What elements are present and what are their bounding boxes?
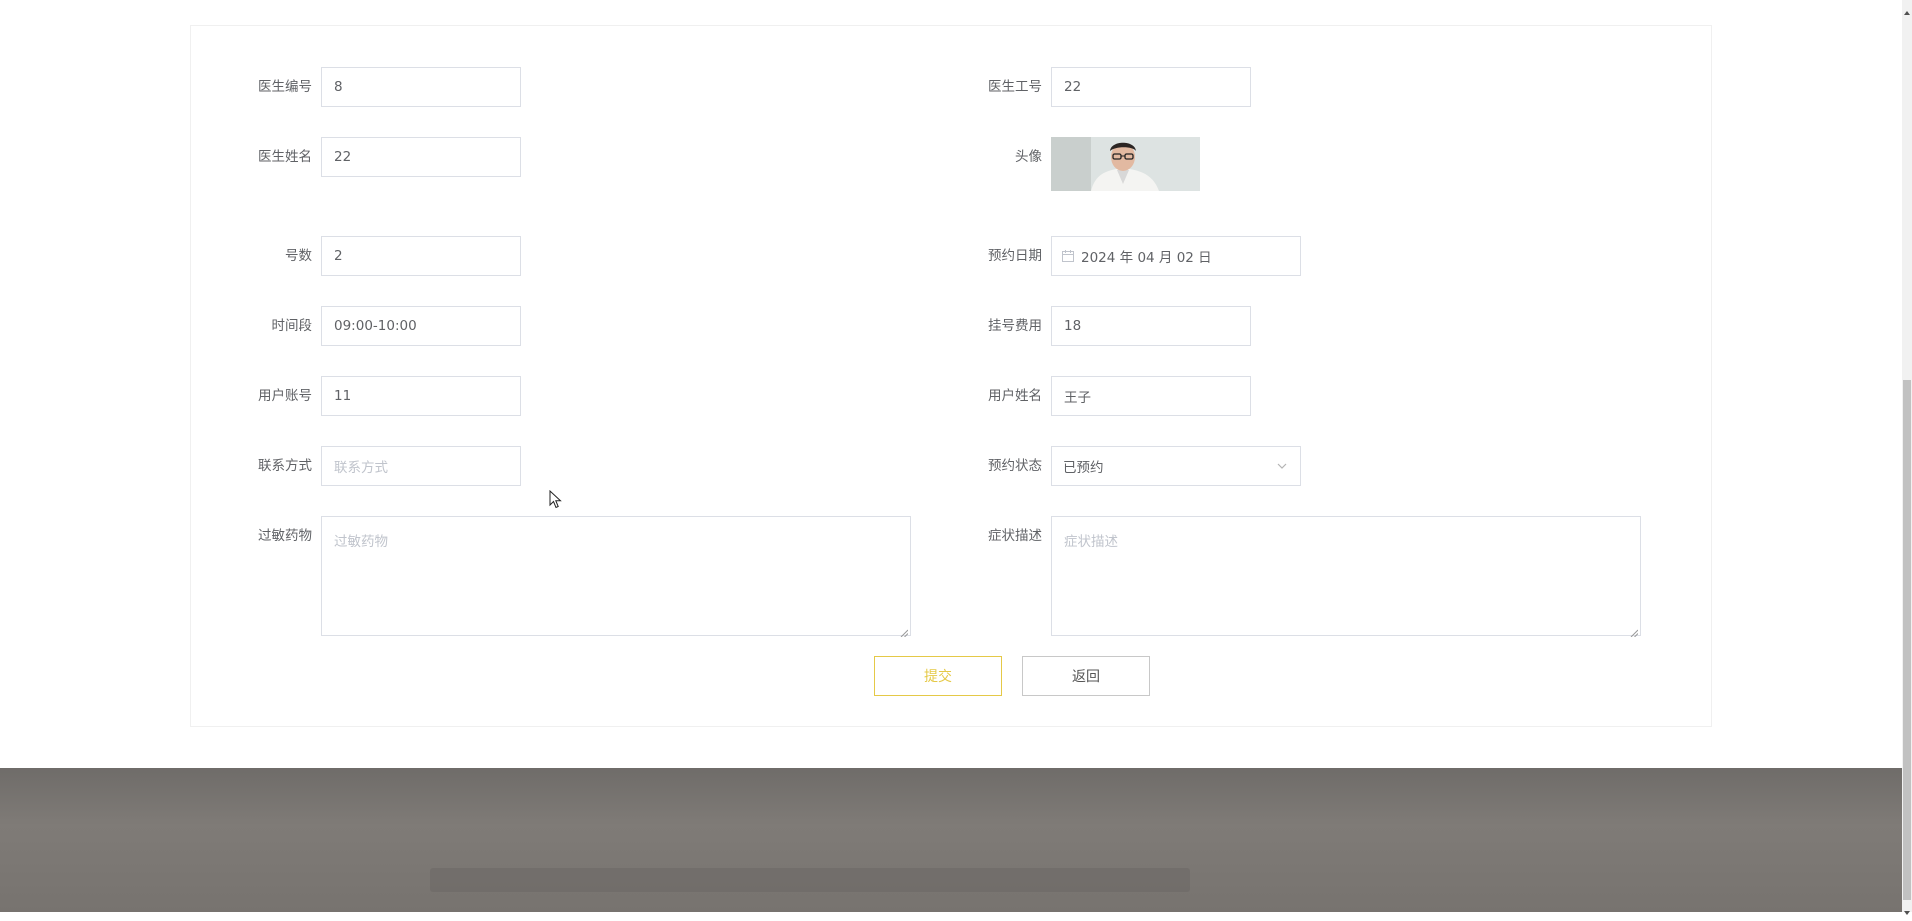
doctor-no-input[interactable]: 8 bbox=[321, 67, 521, 107]
scroll-up-icon[interactable] bbox=[1903, 2, 1911, 15]
calendar-icon bbox=[1062, 250, 1074, 262]
symptoms-label: 症状描述 bbox=[988, 528, 1042, 544]
appointment-date-value: 2024 年 04 月 02 日 bbox=[1081, 250, 1212, 266]
avatar-label: 头像 bbox=[1015, 149, 1042, 165]
resize-handle-icon[interactable] bbox=[900, 625, 909, 638]
appointment-date-input[interactable]: 2024 年 04 月 02 日 bbox=[1051, 236, 1301, 276]
doctor-name-input[interactable]: 22 bbox=[321, 137, 521, 177]
time-slot-value: 09:00-10:00 bbox=[334, 318, 417, 334]
scrollbar-thumb[interactable] bbox=[1903, 380, 1911, 900]
footer-bar bbox=[430, 868, 1190, 892]
doctor-id-input[interactable]: 22 bbox=[1051, 67, 1251, 107]
user-account-value: 11 bbox=[334, 388, 352, 404]
doctor-name-value: 22 bbox=[334, 149, 352, 165]
allergy-label: 过敏药物 bbox=[258, 528, 312, 544]
chevron-down-icon bbox=[1277, 462, 1287, 470]
symptoms-placeholder: 症状描述 bbox=[1064, 534, 1118, 550]
allergy-textarea[interactable]: 过敏药物 bbox=[321, 516, 911, 638]
number-input[interactable]: 2 bbox=[321, 236, 521, 276]
status-select[interactable]: 已预约 bbox=[1051, 446, 1301, 486]
number-value: 2 bbox=[334, 248, 343, 264]
allergy-placeholder: 过敏药物 bbox=[334, 534, 388, 550]
user-name-input[interactable]: 王子 bbox=[1051, 376, 1251, 416]
user-account-label: 用户账号 bbox=[258, 388, 312, 404]
scroll-down-icon[interactable] bbox=[1903, 902, 1911, 915]
resize-handle-icon[interactable] bbox=[1630, 625, 1639, 638]
time-slot-label: 时间段 bbox=[271, 318, 313, 334]
back-button[interactable]: 返回 bbox=[1022, 656, 1150, 696]
fee-value: 18 bbox=[1064, 318, 1082, 334]
user-name-label: 用户姓名 bbox=[988, 388, 1042, 404]
user-name-value: 王子 bbox=[1064, 390, 1091, 406]
contact-placeholder: 联系方式 bbox=[334, 460, 388, 476]
status-value: 已预约 bbox=[1063, 460, 1104, 476]
appointment-date-label: 预约日期 bbox=[988, 248, 1042, 264]
fee-label: 挂号费用 bbox=[988, 318, 1042, 334]
submit-button[interactable]: 提交 bbox=[874, 656, 1002, 696]
symptoms-textarea[interactable]: 症状描述 bbox=[1051, 516, 1641, 638]
contact-label: 联系方式 bbox=[258, 458, 312, 474]
doctor-no-label: 医生编号 bbox=[258, 79, 312, 95]
doctor-id-value: 22 bbox=[1064, 79, 1082, 95]
contact-input[interactable]: 联系方式 bbox=[321, 446, 521, 486]
doctor-name-label: 医生姓名 bbox=[258, 149, 312, 165]
doctor-id-label: 医生工号 bbox=[988, 79, 1042, 95]
time-slot-input[interactable]: 09:00-10:00 bbox=[321, 306, 521, 346]
mouse-pointer-icon bbox=[549, 489, 563, 510]
fee-input[interactable]: 18 bbox=[1051, 306, 1251, 346]
doctor-no-value: 8 bbox=[334, 79, 343, 95]
avatar bbox=[1051, 137, 1200, 191]
avatar-image bbox=[1051, 137, 1200, 191]
number-label: 号数 bbox=[285, 248, 312, 264]
user-account-input[interactable]: 11 bbox=[321, 376, 521, 416]
status-label: 预约状态 bbox=[988, 458, 1042, 474]
